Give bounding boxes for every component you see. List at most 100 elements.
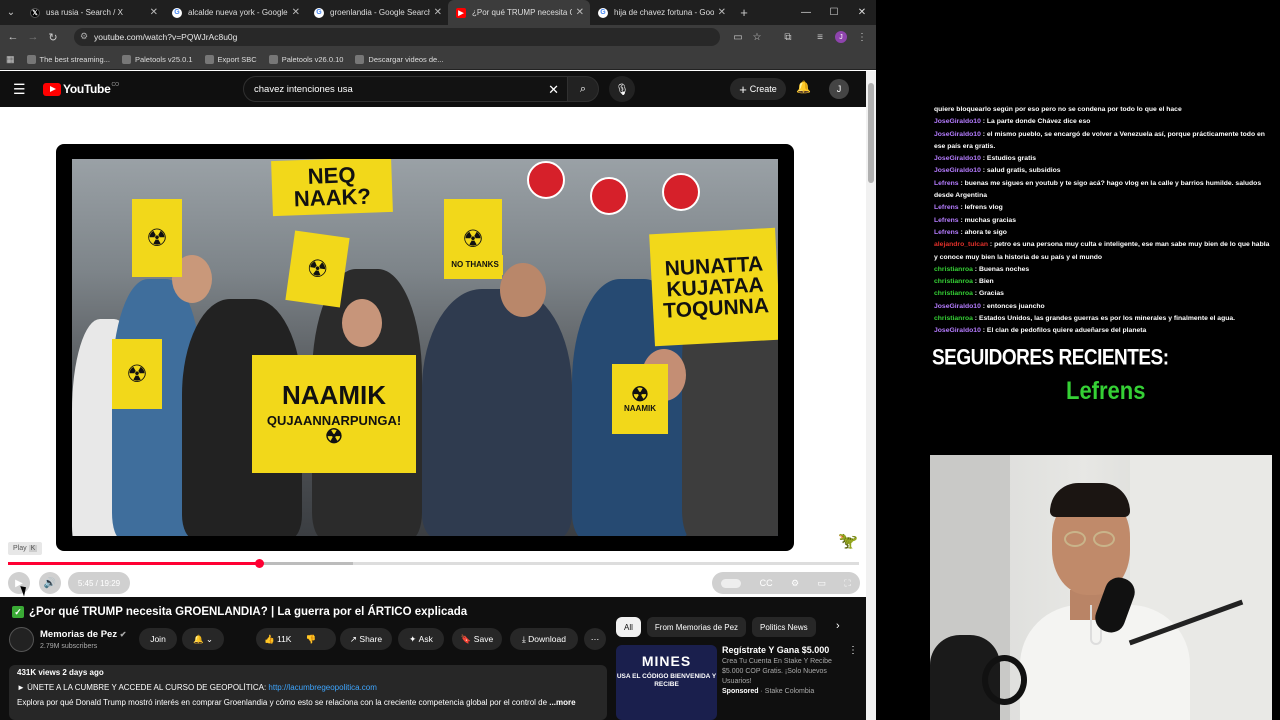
tab-close-icon[interactable]: ✕ (292, 7, 300, 18)
search-button[interactable]: ⌕ (567, 76, 599, 102)
progress-scrubber[interactable] (254, 559, 264, 568)
notifications-bell-icon[interactable]: 🔔 (796, 80, 811, 94)
chips-next-arrow-icon[interactable]: › (836, 620, 840, 632)
close-window-icon[interactable]: ✕ (848, 0, 876, 25)
tab-close-icon[interactable]: ✕ (576, 7, 584, 18)
bookmark-favicon-icon (355, 54, 365, 64)
video-frame[interactable]: NEQ NAAK? ☢ ☢ ☢ NO THANKS ☢ NUNATTA KUJAT… (56, 144, 794, 551)
fullscreen-icon[interactable]: ⛶ (844, 578, 850, 589)
autoplay-toggle[interactable] (721, 578, 742, 588)
chat-text: Gracias (978, 290, 1004, 298)
download-button[interactable]: ⤓ Download (510, 628, 578, 650)
desc-link[interactable]: http://lacumbregeopolitica.com (268, 683, 377, 692)
bookmark-item[interactable]: Export SBC (204, 54, 257, 64)
account-avatar[interactable]: J (829, 79, 849, 99)
reload-icon[interactable]: ↻ (43, 31, 63, 44)
forward-icon[interactable]: → (23, 31, 43, 43)
media-controls-icon[interactable]: ≡ (810, 25, 830, 49)
video-progress-bar[interactable] (8, 559, 859, 568)
tab-close-icon[interactable]: ✕ (434, 7, 442, 18)
site-info-icon[interactable]: ⚙ (80, 31, 88, 42)
search-icon: ⌕ (579, 82, 587, 95)
tooltip-shortcut-key: K (28, 545, 38, 552)
browser-tab[interactable]: 𝕏usa rusia - Search / X ✕ (22, 0, 164, 25)
subtitles-icon[interactable]: CC (760, 578, 773, 588)
tab-close-icon[interactable]: ✕ (718, 7, 726, 18)
theater-mode-icon[interactable]: ▭ (818, 578, 827, 589)
glasses-right (1093, 531, 1115, 547)
player-right-controls: CC ⚙ ▭ ⛶ (712, 572, 860, 594)
share-button[interactable]: ↗ Share (340, 628, 392, 650)
more-actions-button[interactable]: ⋯ (584, 628, 606, 650)
apps-grid-icon[interactable]: ▦ (6, 54, 15, 65)
bookmark-item[interactable]: Descargar videos de... (355, 54, 443, 64)
maximize-icon[interactable]: ☐ (820, 0, 848, 25)
bookmark-item[interactable]: The best streaming... (26, 54, 110, 64)
bookmark-item[interactable]: Paletools v25.0.1 (121, 54, 193, 64)
ad-menu-icon[interactable]: ⋮ (848, 645, 858, 656)
extensions-icon[interactable]: ⧉ (778, 25, 798, 49)
clear-search-icon[interactable]: ✕ (548, 82, 559, 98)
browser-menu-icon[interactable]: ⋮ (852, 25, 872, 49)
tab-close-icon[interactable]: ✕ (150, 7, 158, 18)
search-input[interactable]: chavez intenciones usa ✕ (243, 76, 568, 102)
address-bar[interactable]: ⚙ youtube.com/watch?v=PQWJrAc8u0g (74, 28, 720, 46)
filter-chip[interactable]: All (616, 617, 641, 637)
tab-search-chevron-icon[interactable]: ⌄ (0, 0, 22, 25)
ad-title[interactable]: Regístrate Y Gana $5.000 (722, 645, 829, 655)
headphones (982, 655, 1027, 705)
tab-title: alcalde nueva york - Google Se (188, 8, 288, 17)
ask-button[interactable]: ✦ Ask (398, 628, 444, 650)
new-tab-button[interactable]: + (732, 5, 756, 20)
settings-gear-icon[interactable]: ⚙ (791, 578, 799, 589)
create-button[interactable]: + Create (730, 78, 786, 100)
bookmark-item[interactable]: Paletools v26.0.10 (268, 54, 343, 64)
protest-sign-right: NUNATTA KUJATAA TOQUNNA (649, 227, 778, 347)
chat-message: christianroa : Gracias (934, 288, 1274, 300)
back-icon[interactable]: ← (3, 31, 23, 43)
plus-icon: + (739, 81, 747, 97)
youtube-logo[interactable]: YouTube CO (43, 82, 119, 96)
chat-message: Lefrens : buenas me sigues en youtub y t… (934, 178, 1274, 203)
browser-tab[interactable]: Galcalde nueva york - Google Se ✕ (164, 0, 306, 25)
ad-thumbnail[interactable]: MINES USA EL CÓDIGO BIENVENIDA Y RECIBE (616, 645, 717, 720)
minimize-icon[interactable]: — (792, 0, 820, 25)
browser-tab[interactable]: Ggroenlandia - Google Search ✕ (306, 0, 448, 25)
channel-avatar[interactable] (9, 627, 34, 652)
like-button[interactable]: 👍 11K (264, 634, 291, 645)
subscribe-notifications-button[interactable]: 🔔 ⌄ (182, 628, 224, 650)
profile-button[interactable]: J (831, 25, 851, 49)
cast-icon[interactable]: ▭ (728, 25, 748, 49)
save-button[interactable]: 🔖 Save (452, 628, 502, 650)
red-protest-sign (662, 173, 700, 211)
video-description[interactable]: 431K views 2 days ago ► ÚNETE A LA CUMBR… (9, 665, 607, 720)
tooltip-text: Play (13, 545, 27, 552)
recent-follower-name: Lefrens (1066, 376, 1146, 405)
filter-chip[interactable]: From Memorias de Pez (646, 617, 747, 637)
protest-sign-main: NAAMIK QUJAANNARPUNGA! ☢ (252, 355, 416, 473)
chat-text: salud gratis, subsidios (986, 167, 1061, 175)
radiation-sign-icon: ☢ (132, 199, 182, 277)
chat-message: christianroa : Buenas noches (934, 264, 1274, 276)
video-player[interactable]: NEQ NAAK? ☢ ☢ ☢ NO THANKS ☢ NUNATTA KUJAT… (0, 107, 866, 597)
filter-chip[interactable]: Politics News (752, 617, 816, 637)
more-link[interactable]: ...more (549, 698, 575, 707)
channel-name[interactable]: Memorias de Pez ✔ (40, 629, 126, 640)
hamburger-menu-icon[interactable]: ☰ (13, 81, 26, 98)
ask-label: Ask (418, 634, 433, 644)
dislike-button[interactable]: 👎 (305, 634, 316, 645)
bookmark-star-icon[interactable]: ☆ (747, 25, 767, 49)
like-dislike-group: 👍 11K 👎 (256, 628, 336, 650)
sponsored-label: Sponsored (722, 688, 759, 695)
tab-title: hija de chavez fortuna - Google (614, 8, 714, 17)
scrollbar-thumb[interactable] (868, 83, 874, 183)
browser-tab[interactable]: ▶ ¿Por qué TRUMP necesita G ✕ (448, 0, 590, 25)
chat-username: Lefrens (934, 216, 959, 224)
join-button[interactable]: Join (139, 628, 177, 650)
page-scrollbar[interactable] (866, 71, 876, 720)
chat-username: JoseGiraldo10 (934, 302, 981, 310)
voice-search-mic-icon[interactable]: 🎙 (609, 76, 635, 102)
browser-tab[interactable]: Ghija de chavez fortuna - Google ✕ (590, 0, 732, 25)
volume-button[interactable]: 🔊 (39, 572, 61, 594)
bookmark-label: Export SBC (217, 54, 257, 64)
